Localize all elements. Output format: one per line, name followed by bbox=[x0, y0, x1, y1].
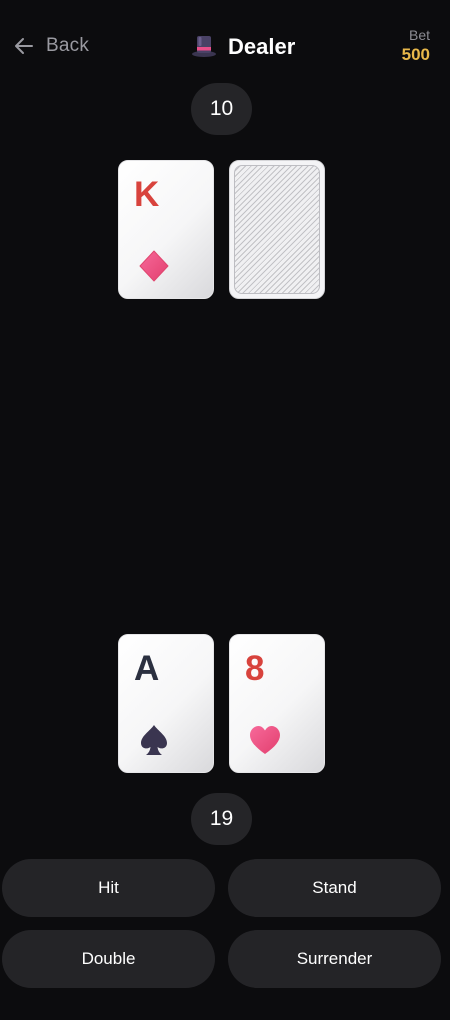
top-hat-icon bbox=[190, 31, 218, 64]
arrow-left-icon bbox=[12, 34, 36, 58]
diamond-icon bbox=[135, 247, 173, 285]
dealer-title: Dealer bbox=[190, 30, 295, 64]
dealer-score-badge: 10 bbox=[191, 83, 252, 135]
dealer-card-king-of-diamonds: K bbox=[118, 160, 214, 299]
page-title: Dealer bbox=[228, 34, 296, 59]
header: Back Dealer Bet 500 bbox=[0, 0, 450, 92]
card-rank: K bbox=[134, 175, 160, 214]
player-card-eight-of-hearts: 8 bbox=[229, 634, 325, 773]
double-button[interactable]: Double bbox=[2, 930, 215, 988]
card-rank: A bbox=[134, 649, 160, 688]
back-label: Back bbox=[46, 35, 90, 56]
card-back-pattern bbox=[234, 165, 320, 294]
bet-label: Bet bbox=[408, 27, 430, 43]
stand-button[interactable]: Stand bbox=[228, 859, 441, 917]
dealer-card-face-down bbox=[229, 160, 325, 299]
bet-value: 500 bbox=[401, 45, 430, 64]
spade-icon bbox=[135, 721, 173, 759]
bet-display: Bet 500 bbox=[402, 26, 430, 66]
surrender-button[interactable]: Surrender bbox=[228, 930, 441, 988]
player-card-ace-of-spades: A bbox=[118, 634, 214, 773]
hit-button[interactable]: Hit bbox=[2, 859, 215, 917]
card-rank: 8 bbox=[245, 649, 265, 688]
back-button[interactable]: Back bbox=[12, 30, 89, 62]
heart-icon bbox=[246, 721, 284, 759]
player-score-badge: 19 bbox=[191, 793, 252, 845]
